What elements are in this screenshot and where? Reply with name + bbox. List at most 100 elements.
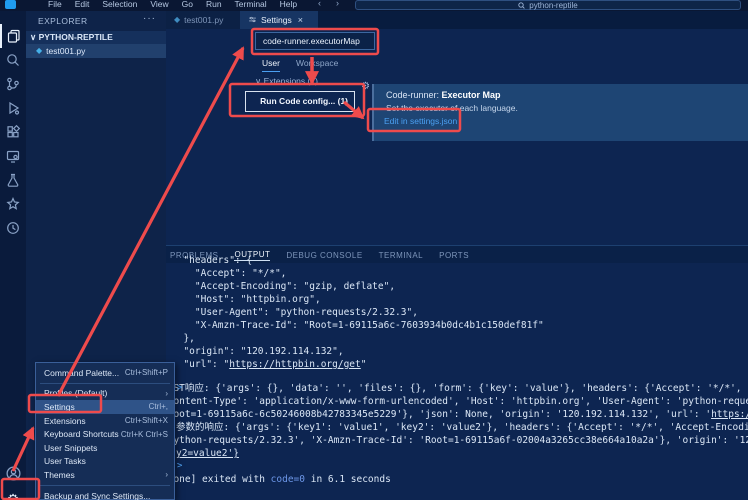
menu-item-label: Keyboard Shortcuts — [44, 429, 119, 440]
tab-label: Settings — [261, 15, 292, 25]
manage-context-menu: Command Palette... Ctrl+Shift+P Profiles (… — [35, 362, 175, 500]
tab-settings[interactable]: Settings × — [240, 11, 318, 29]
file-label: test001.py — [46, 46, 86, 56]
plugin-icon[interactable] — [0, 192, 26, 216]
output-text: "Accept-Encoding": "gzip, deflate", — [172, 281, 396, 292]
menu-item-extensions[interactable]: Extensions Ctrl+Shift+X — [36, 414, 174, 428]
editor-tab-bar: ◆ test001.py Settings × — [166, 11, 748, 29]
output-text: "Host": "httpbin.org", — [172, 294, 321, 305]
menu-item-label: Themes — [44, 469, 75, 480]
extensions-icon[interactable] — [0, 120, 26, 144]
output-text: }, — [172, 333, 195, 344]
output-text: "Accept": "*/*", — [172, 268, 287, 279]
scope-tab-workspace[interactable]: Workspace — [296, 58, 338, 72]
output-link[interactable]: https://httpbin.org/get — [229, 359, 361, 370]
tab-label: test001.py — [184, 15, 224, 25]
output-line: "origin": "120.192.114.132", — [172, 345, 544, 358]
output-line: "url": "https://httpbin.org/get" — [172, 358, 544, 371]
settings-scope-tabs: User Workspace — [262, 58, 338, 72]
titlebar-menu-view[interactable]: View — [150, 0, 168, 9]
close-icon[interactable]: × — [298, 15, 303, 25]
python-file-icon: ◆ — [36, 46, 43, 55]
menu-item-profiles-default[interactable]: Profiles (Default) › — [36, 387, 174, 401]
search-icon — [518, 1, 525, 9]
setting-hover-panel: Code-runner: Executor Map Set the execut… — [372, 84, 748, 141]
menu-item-command-palette[interactable]: Command Palette... Ctrl+Shift+P — [36, 366, 174, 380]
menu-item-settings[interactable]: Settings Ctrl+, — [36, 400, 174, 414]
output-text: "User-Agent": "python-requests/2.32.3", — [172, 307, 418, 318]
output-text: " — [360, 359, 367, 370]
menu-separator — [40, 382, 170, 384]
run-and-debug-icon[interactable] — [0, 96, 26, 120]
output-text: "origin": "120.192.114.132", — [172, 346, 344, 357]
explorer-more-actions-icon[interactable]: ··· — [143, 13, 156, 24]
nav-back-icon[interactable]: ‹ — [318, 0, 321, 8]
output-text: "headers": { — [172, 255, 253, 266]
menu-shortcut: Ctrl+Shift+X — [124, 416, 168, 426]
submenu-arrow-icon: › — [165, 388, 168, 398]
menu-item-user-snippets[interactable]: User Snippets — [36, 441, 174, 455]
titlebar-menu-selection[interactable]: Selection — [102, 0, 137, 9]
titlebar-menu-go[interactable]: Go — [182, 0, 193, 9]
timer-icon[interactable] — [0, 216, 26, 240]
command-center-search[interactable]: python-reptile — [355, 0, 741, 10]
menu-item-label: Backup and Sync Settings... — [44, 490, 151, 500]
source-control-icon[interactable] — [0, 72, 26, 96]
menu-separator — [40, 484, 170, 486]
testing-flask-icon[interactable] — [0, 168, 26, 192]
output-line: "Accept-Encoding": "gzip, deflate", — [172, 280, 544, 293]
menu-item-label: Extensions — [44, 415, 86, 426]
menu-item-backup-and-sync-settings[interactable]: Backup and Sync Settings... — [36, 489, 174, 500]
submenu-arrow-icon: › — [165, 470, 168, 480]
setting-description: Set the executor of each language. — [386, 103, 518, 113]
account-icon[interactable] — [0, 461, 26, 485]
titlebar-menu-bar: File Edit Selection View Go Run Terminal Help — [48, 0, 297, 9]
nav-forward-icon[interactable]: › — [336, 0, 339, 8]
output-line: "Host": "httpbin.org", — [172, 293, 544, 306]
menu-item-user-tasks[interactable]: User Tasks — [36, 455, 174, 469]
menu-item-label: Profiles (Default) — [44, 388, 108, 399]
remote-explorer-icon[interactable] — [0, 144, 26, 168]
folder-label: PYTHON-REPTILE — [38, 32, 113, 42]
run-code-config-item[interactable]: Run Code config... (1) — [245, 91, 355, 112]
menu-item-label: Settings — [44, 401, 75, 412]
settings-tab-icon — [248, 15, 257, 26]
edit-in-settings-json-link[interactable]: Edit in settings.json — [384, 116, 457, 126]
explorer-title: EXPLORER — [38, 16, 88, 26]
scope-tab-user[interactable]: User — [262, 58, 280, 72]
menu-shortcut: Ctrl+Shift+P — [124, 368, 168, 378]
settings-toc-extensions[interactable]: ∨ Extensions (1) — [255, 76, 318, 87]
output-json-block: "headers": { "Accept": "*/*", "Accept-En… — [172, 254, 544, 371]
file-row-test001[interactable]: ◆ test001.py — [26, 44, 166, 58]
setting-title: Code-runner: Executor Map — [386, 90, 501, 100]
menu-shortcut: Ctrl+K Ctrl+S — [120, 429, 168, 439]
setting-gear-icon[interactable]: ⚙ — [361, 81, 370, 92]
folder-row-python-reptile[interactable]: ∨ PYTHON-REPTILE — [26, 31, 166, 44]
titlebar-menu-terminal[interactable]: Terminal — [235, 0, 267, 9]
titlebar: File Edit Selection View Go Run Terminal Help ‹… — [0, 0, 748, 11]
explorer-header: EXPLORER ··· — [26, 11, 166, 31]
settings-search-input[interactable]: code-runner.executorMap — [255, 32, 375, 50]
output-line: }, — [172, 332, 544, 345]
menu-shortcut: Ctrl+, — [148, 402, 168, 412]
tab-test001-py[interactable]: ◆ test001.py — [166, 11, 240, 29]
fold-chevron-icon[interactable]: > — [177, 383, 182, 393]
titlebar-menu-edit[interactable]: Edit — [75, 0, 90, 9]
output-line: "User-Agent": "python-requests/2.32.3", — [172, 306, 544, 319]
output-line: "headers": { — [172, 254, 544, 267]
command-center-text: python-reptile — [529, 0, 578, 10]
explorer-icon[interactable] — [0, 24, 26, 48]
search-icon[interactable] — [0, 48, 26, 72]
fold-chevron-icon[interactable]: > — [177, 461, 182, 471]
activity-bar: ⚙ — [0, 11, 26, 500]
vscode-window: File Edit Selection View Go Run Terminal Help ‹… — [0, 0, 748, 500]
manage-gear-icon[interactable]: ⚙ — [0, 488, 26, 500]
titlebar-menu-run[interactable]: Run — [206, 0, 222, 9]
titlebar-menu-help[interactable]: Help — [280, 0, 297, 9]
titlebar-menu-file[interactable]: File — [48, 0, 62, 9]
menu-item-themes[interactable]: Themes › — [36, 468, 174, 482]
menu-item-label: User Tasks — [44, 456, 86, 467]
output-text: "url": " — [172, 359, 230, 370]
menu-item-keyboard-shortcuts[interactable]: Keyboard Shortcuts Ctrl+K Ctrl+S — [36, 427, 174, 441]
menu-item-label: User Snippets — [44, 442, 98, 453]
